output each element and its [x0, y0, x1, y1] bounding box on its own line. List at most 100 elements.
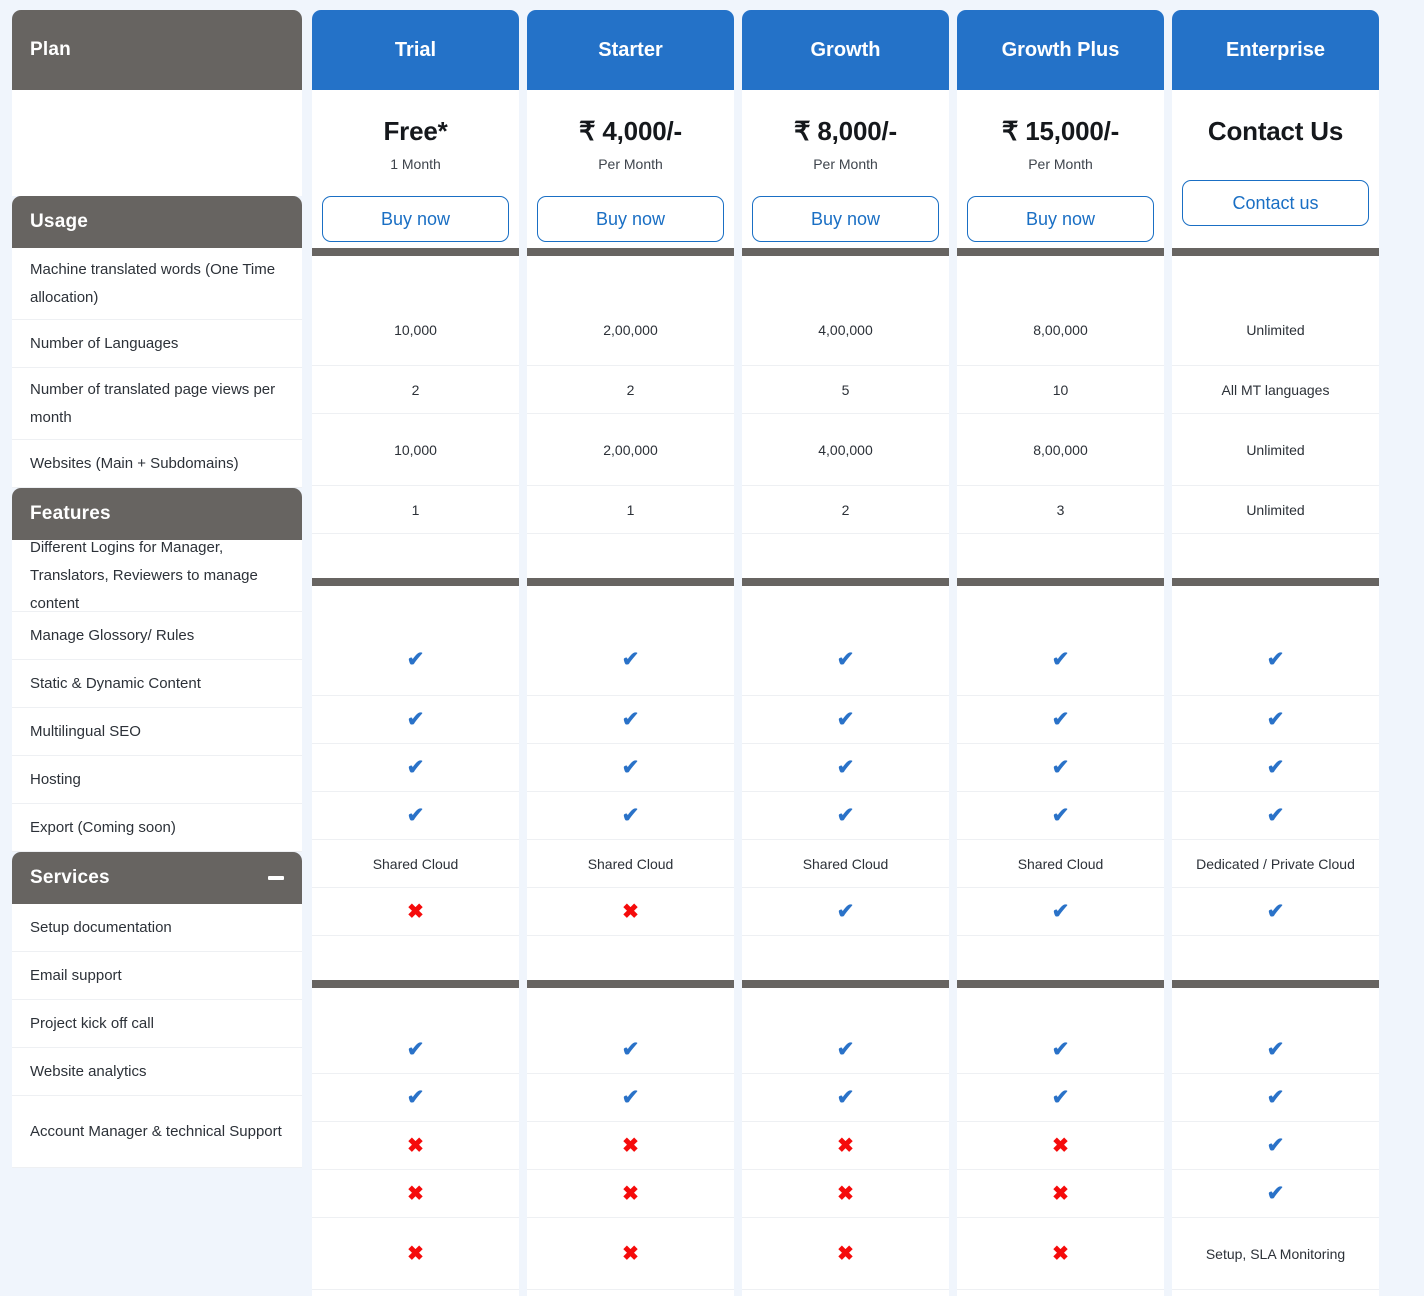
cross-icon-glyph: ✖ [1052, 1134, 1069, 1157]
section-header-label: Features [30, 503, 111, 524]
plan-value-cell: 10 [957, 366, 1164, 414]
check-icon: ✔ [312, 624, 519, 696]
cross-icon: ✖ [957, 1122, 1164, 1170]
section-gap-bottom [312, 988, 519, 1026]
plan-column-trial: Trial Free* 1 Month Buy now 10,000 2 10,00… [312, 10, 519, 1296]
plan-value-cell: 4,00,000 [742, 294, 949, 366]
plan-price: Contact Us [1207, 116, 1344, 146]
cross-icon: ✖ [742, 1170, 949, 1218]
plan-price-period: 1 Month [390, 156, 441, 172]
cross-icon-glyph: ✖ [837, 1182, 854, 1205]
check-icon-glyph: ✔ [1266, 900, 1285, 923]
plan-name-label: Starter [598, 38, 663, 61]
check-icon-glyph: ✔ [406, 648, 425, 671]
plan-price-block: Free* 1 Month Buy now [312, 90, 519, 248]
check-icon: ✔ [312, 696, 519, 744]
check-icon-glyph: ✔ [621, 756, 640, 779]
plan-value-cell: 2,00,000 [527, 294, 734, 366]
cross-icon-glyph: ✖ [407, 1182, 424, 1205]
check-icon: ✔ [742, 1026, 949, 1074]
plan-price: ₹ 4,000/- [579, 116, 682, 146]
feature-row-label: Hosting [12, 756, 302, 804]
check-icon: ✔ [1172, 1074, 1379, 1122]
section-divider-bar [312, 578, 519, 586]
plan-value-cell: Setup, SLA Monitoring [1172, 1218, 1379, 1290]
cross-icon-glyph: ✖ [1052, 1242, 1069, 1265]
feature-row-label: Multilingual SEO [12, 708, 302, 756]
cross-icon: ✖ [957, 1218, 1164, 1290]
buy-now-button[interactable]: Buy now [752, 196, 939, 242]
feature-row-label: Machine translated words (One Time alloc… [12, 248, 302, 320]
section-header-features: Features [12, 488, 302, 540]
check-icon: ✔ [742, 624, 949, 696]
cross-icon-glyph: ✖ [622, 1182, 639, 1205]
section-header-services[interactable]: Services [12, 852, 302, 904]
buy-now-button[interactable]: Buy now [322, 196, 509, 242]
check-icon-glyph: ✔ [1266, 1182, 1285, 1205]
plan-name-label: Growth Plus [1001, 38, 1120, 61]
feature-row-label: Websites (Main + Subdomains) [12, 440, 302, 488]
plan-value-cell: 3 [957, 486, 1164, 534]
check-icon: ✔ [957, 888, 1164, 936]
section-divider-bar [1172, 980, 1379, 988]
check-icon: ✔ [1172, 1170, 1379, 1218]
feature-row-label: Static & Dynamic Content [12, 660, 302, 708]
minus-icon[interactable] [268, 876, 284, 880]
plan-name-label: Growth [810, 38, 881, 61]
section-gap-top [742, 936, 949, 980]
buy-now-button[interactable]: Buy now [537, 196, 724, 242]
plan-price-block: Contact Us Contact us [1172, 90, 1379, 248]
contact-us-button[interactable]: Contact us [1182, 180, 1369, 226]
check-icon: ✔ [527, 1074, 734, 1122]
section-divider-bar [957, 248, 1164, 256]
section-divider-bar [312, 248, 519, 256]
check-icon-glyph: ✔ [621, 1086, 640, 1109]
check-icon: ✔ [527, 624, 734, 696]
check-icon-glyph: ✔ [406, 756, 425, 779]
section-gap-top [527, 534, 734, 578]
buy-now-button[interactable]: Buy now [967, 196, 1154, 242]
section-divider-bar [312, 980, 519, 988]
cross-icon-glyph: ✖ [622, 1134, 639, 1157]
cross-icon: ✖ [742, 1122, 949, 1170]
plan-price: ₹ 15,000/- [1001, 116, 1120, 146]
check-icon-glyph: ✔ [1266, 1134, 1285, 1157]
column-tail-pad [957, 1290, 1164, 1296]
section-gap-bottom [1172, 586, 1379, 624]
plan-value-cell: 8,00,000 [957, 414, 1164, 486]
plan-column-starter: Starter ₹ 4,000/- Per Month Buy now 2,00… [527, 10, 734, 1296]
section-gap-bottom [1172, 988, 1379, 1026]
section-divider-bar [957, 578, 1164, 586]
cross-icon-glyph: ✖ [837, 1242, 854, 1265]
check-icon: ✔ [742, 888, 949, 936]
plan-name-header: Trial [312, 10, 519, 90]
section-gap-bottom [742, 586, 949, 624]
cross-icon: ✖ [527, 1218, 734, 1290]
section-gap-bottom [957, 256, 1164, 294]
check-icon-glyph: ✔ [406, 804, 425, 827]
plan-price-block: ₹ 15,000/- Per Month Buy now [957, 90, 1164, 248]
section-gap-top [957, 936, 1164, 980]
plan-value-cell: 2,00,000 [527, 414, 734, 486]
check-icon-glyph: ✔ [836, 900, 855, 923]
section-gap-bottom [312, 256, 519, 294]
check-icon: ✔ [742, 696, 949, 744]
section-gap-top [312, 534, 519, 578]
feature-row-label: Setup documentation [12, 904, 302, 952]
section-gap-bottom [957, 586, 1164, 624]
check-icon-glyph: ✔ [1051, 1038, 1070, 1061]
section-divider-bar [1172, 248, 1379, 256]
plan-price: Free* [383, 116, 448, 146]
check-icon-glyph: ✔ [836, 756, 855, 779]
plan-name-header: Starter [527, 10, 734, 90]
section-gap-bottom [527, 256, 734, 294]
plan-value-cell: Shared Cloud [957, 840, 1164, 888]
check-icon-glyph: ✔ [406, 708, 425, 731]
column-tail-pad [742, 1290, 949, 1296]
check-icon-glyph: ✔ [836, 804, 855, 827]
section-gap-bottom [527, 586, 734, 624]
check-icon-glyph: ✔ [1051, 708, 1070, 731]
plan-price-block: ₹ 8,000/- Per Month Buy now [742, 90, 949, 248]
check-icon-glyph: ✔ [406, 1086, 425, 1109]
feature-label-column: Plan Usage Machine translated words (One … [12, 10, 302, 1168]
